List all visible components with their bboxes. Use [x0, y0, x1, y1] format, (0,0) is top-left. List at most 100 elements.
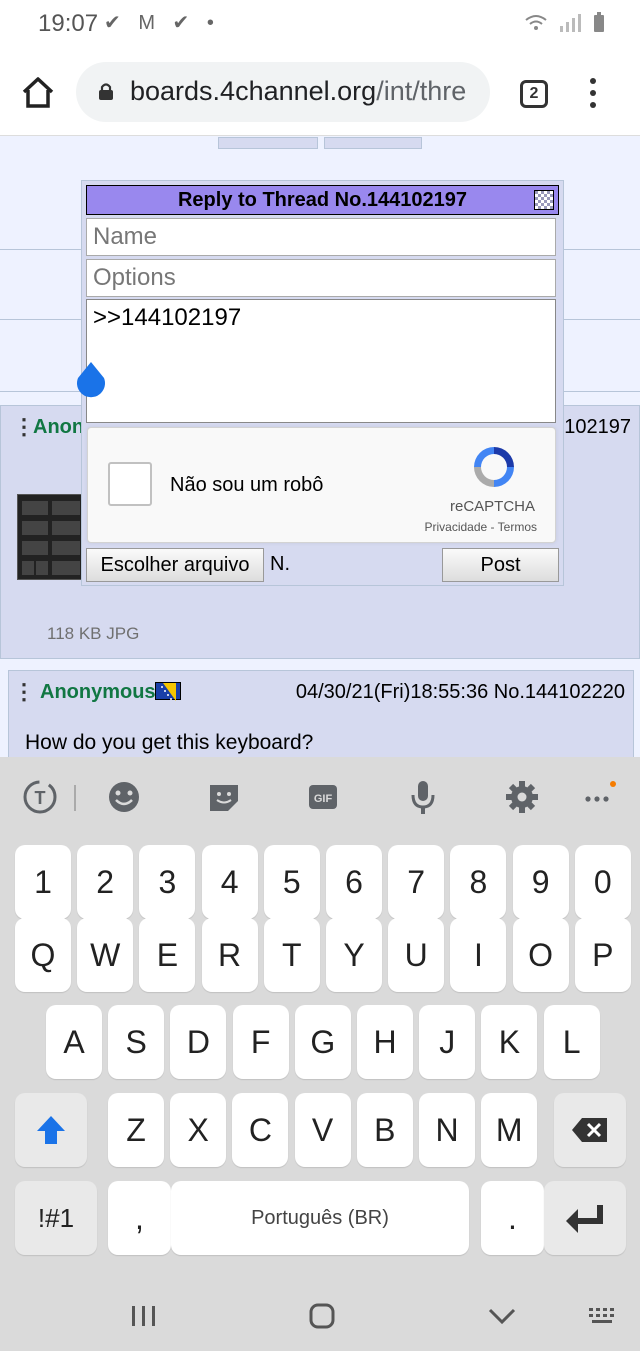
key-t[interactable]: T [263, 918, 320, 992]
key-0[interactable]: 0 [574, 845, 631, 919]
gif-icon[interactable]: GIF [303, 777, 343, 817]
poster-name[interactable]: Anon [33, 416, 84, 439]
chevron-down-icon[interactable] [488, 1306, 516, 1326]
key-f[interactable]: F [232, 1005, 289, 1079]
wifi-signal-battery-icon [525, 12, 604, 32]
recent-apps-icon[interactable] [130, 1304, 158, 1328]
comment-field[interactable]: >>144102197 [86, 299, 556, 423]
key-9[interactable]: 9 [512, 845, 569, 919]
key-o[interactable]: O [512, 918, 569, 992]
key-c[interactable]: C [232, 1093, 289, 1167]
poster-name[interactable]: Anonymous [40, 681, 156, 704]
post-message: How do you get this keyboard? [25, 731, 314, 754]
enter-icon [566, 1205, 603, 1233]
post-menu-icon[interactable]: ⋮ [13, 679, 35, 705]
key-p[interactable]: P [574, 918, 631, 992]
post-menu-icon[interactable]: ⋮ [13, 414, 35, 440]
lock-icon [99, 83, 113, 100]
key-k[interactable]: K [481, 1005, 538, 1079]
quick-reply-header[interactable]: Reply to Thread No.144102197 [86, 185, 559, 215]
key-e[interactable]: E [139, 918, 196, 992]
home-icon[interactable] [20, 74, 56, 110]
file-info: 118 KB JPG [47, 624, 140, 643]
enter-key[interactable] [544, 1181, 626, 1255]
system-nav-bar [0, 1272, 640, 1351]
post-datetime-number[interactable]: 04/30/21(Fri)18:55:36 No.144102220 [296, 681, 625, 704]
key-2[interactable]: 2 [77, 845, 134, 919]
post-number[interactable]: 102197 [564, 416, 631, 439]
home-nav-icon[interactable] [308, 1302, 336, 1330]
text-cursor-handle-icon[interactable] [74, 360, 108, 400]
more-options-icon[interactable] [578, 777, 618, 817]
key-x[interactable]: X [170, 1093, 227, 1167]
key-7[interactable]: 7 [388, 845, 445, 919]
backspace-icon [572, 1118, 607, 1142]
key-4[interactable]: 4 [201, 845, 258, 919]
key-3[interactable]: 3 [139, 845, 196, 919]
url-path: /int/thre [376, 76, 467, 106]
captcha-brand: reCAPTCHA [449, 498, 535, 515]
key-w[interactable]: W [77, 918, 134, 992]
key-u[interactable]: U [388, 918, 445, 992]
captcha-checkbox[interactable] [108, 462, 152, 506]
keyboard-switch-icon[interactable] [588, 1306, 618, 1326]
choose-file-button[interactable]: Escolher arquivo [86, 548, 264, 582]
key-s[interactable]: S [108, 1005, 165, 1079]
key-z[interactable]: Z [108, 1093, 164, 1167]
comma-key[interactable]: , [108, 1181, 171, 1255]
recaptcha-widget: Não sou um robô reCAPTCHA Privacidade - … [87, 427, 556, 543]
page-button-left[interactable] [218, 137, 318, 149]
symbols-key[interactable]: !#1 [15, 1181, 97, 1255]
system-indicators [524, 12, 608, 39]
url-text: boards.4channel.org/int/thre [130, 76, 466, 107]
flag-icon [155, 682, 181, 701]
browser-toolbar: boards.4channel.org/int/thre 2 [0, 48, 640, 136]
key-b[interactable]: B [356, 1093, 413, 1167]
key-1[interactable]: 1 [15, 845, 71, 919]
key-d[interactable]: D [170, 1005, 227, 1079]
soft-keyboard: T GIF 1234567890QWERTYUIOPASDFGHJKLZXCVB… [0, 757, 640, 1351]
reply-post: ⋮ Anonymous 04/30/21(Fri)18:55:36 No.144… [8, 670, 634, 757]
key-h[interactable]: H [357, 1005, 413, 1079]
key-r[interactable]: R [201, 918, 258, 992]
key-n[interactable]: N [419, 1093, 475, 1167]
name-field[interactable]: Name [86, 218, 556, 256]
key-j[interactable]: J [419, 1005, 476, 1079]
shift-key[interactable] [15, 1093, 87, 1167]
close-icon[interactable] [534, 190, 554, 210]
tab-switcher-button[interactable]: 2 [520, 80, 548, 108]
sticker-icon[interactable] [204, 777, 244, 817]
shift-arrow-icon [37, 1116, 65, 1144]
quick-reply-form: Reply to Thread No.144102197 Name Option… [81, 180, 564, 586]
key-5[interactable]: 5 [263, 845, 320, 919]
key-6[interactable]: 6 [326, 845, 382, 919]
key-m[interactable]: M [481, 1093, 538, 1167]
address-bar[interactable]: boards.4channel.org/int/thre [76, 62, 490, 122]
space-key[interactable]: Português (BR) [171, 1181, 469, 1255]
key-y[interactable]: Y [326, 918, 382, 992]
key-8[interactable]: 8 [450, 845, 507, 919]
gear-icon[interactable] [502, 777, 542, 817]
more-menu-icon[interactable] [590, 78, 602, 110]
backspace-key[interactable] [554, 1093, 626, 1167]
status-time: 19:07 [38, 10, 99, 37]
keyboard-thumbnail-image [22, 501, 80, 575]
key-q[interactable]: Q [15, 918, 71, 992]
key-i[interactable]: I [450, 918, 507, 992]
gif-label: GIF [314, 793, 333, 805]
key-v[interactable]: V [294, 1093, 351, 1167]
status-bar: 19:07 ✔ M ✔ • [0, 0, 640, 48]
captcha-terms-link[interactable]: Privacidade - Termos [425, 520, 538, 534]
key-g[interactable]: G [294, 1005, 351, 1079]
emoji-icon[interactable] [104, 777, 144, 817]
page-button-right[interactable] [324, 137, 422, 149]
key-a[interactable]: A [46, 1005, 102, 1079]
quick-reply-title: Reply to Thread No.144102197 [177, 189, 467, 211]
post-button[interactable]: Post [442, 548, 559, 582]
microphone-icon[interactable] [403, 777, 443, 817]
period-key[interactable]: . [481, 1181, 544, 1255]
options-field[interactable]: Options [86, 259, 556, 297]
key-l[interactable]: L [543, 1005, 600, 1079]
translate-icon[interactable]: T [20, 777, 60, 817]
post-thumbnail[interactable] [17, 494, 83, 580]
